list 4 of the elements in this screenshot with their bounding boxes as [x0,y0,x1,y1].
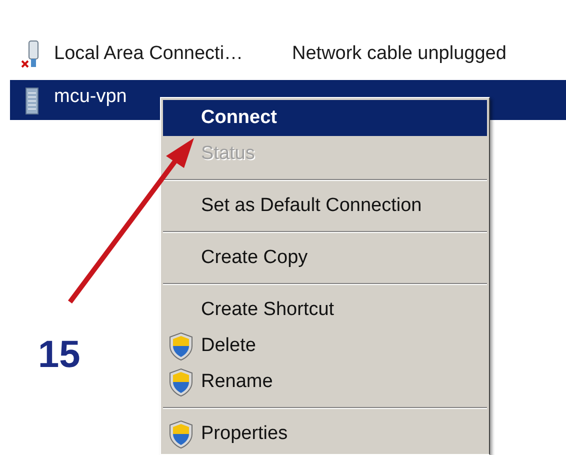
connection-name: mcu-vpn [54,86,128,108]
step-number: 15 [38,334,80,377]
connection-status: Network cable unplugged [292,43,506,65]
connection-name: Local Area Connecti… [54,43,244,65]
